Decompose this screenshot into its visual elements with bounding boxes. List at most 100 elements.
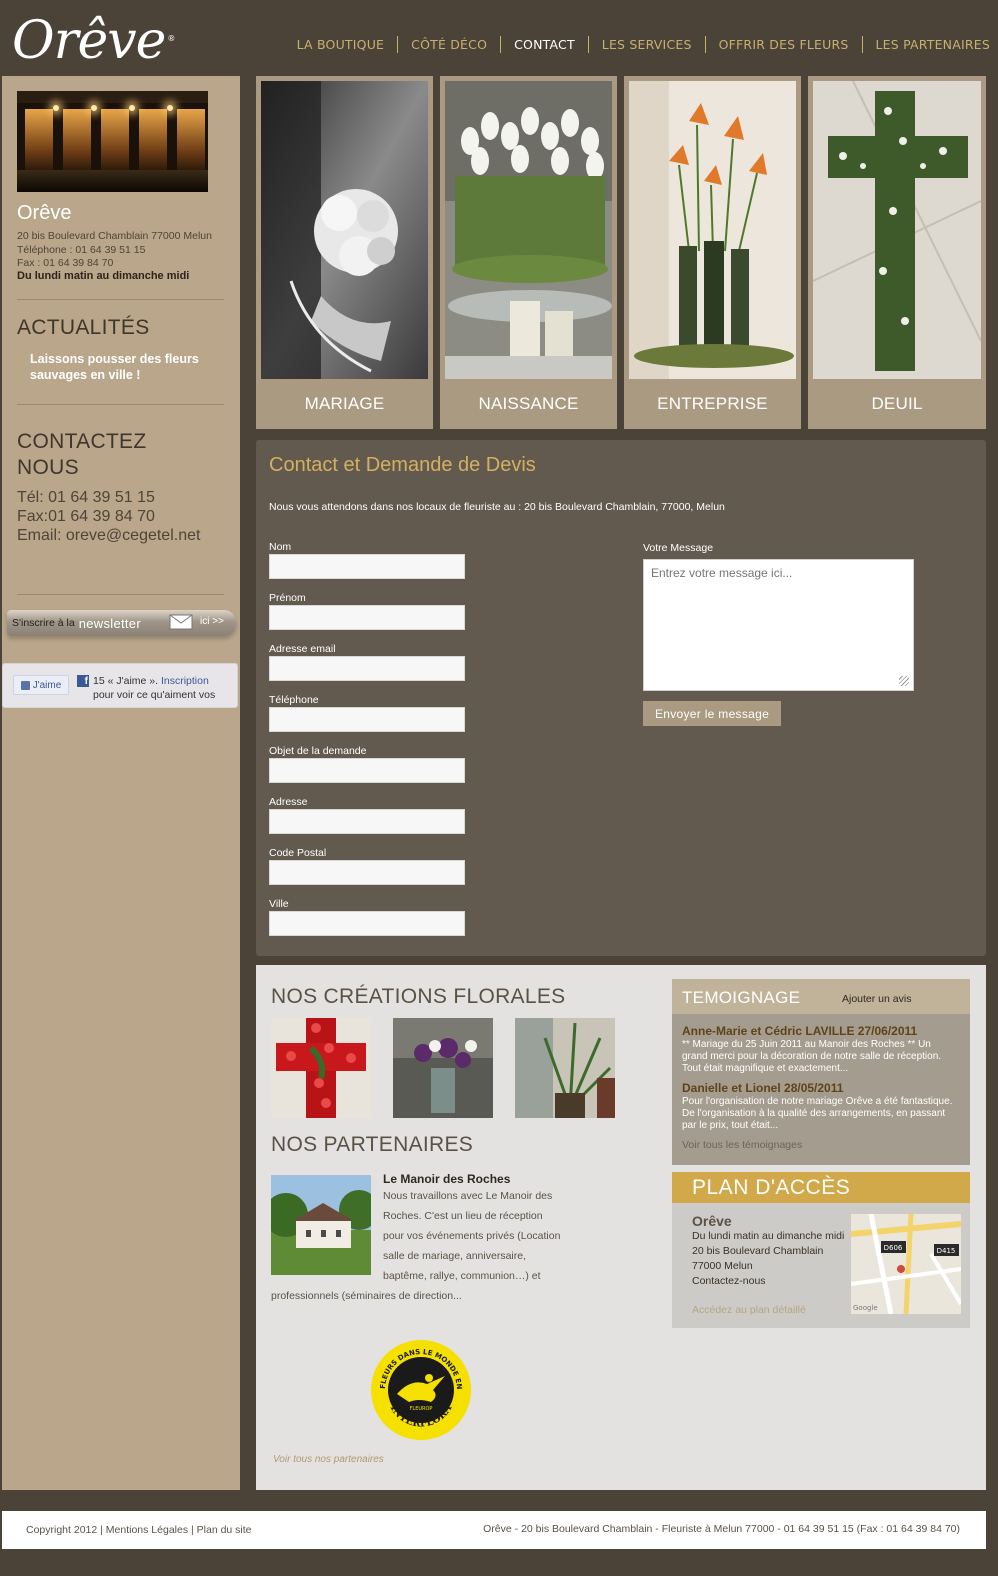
label-telephone: Téléphone (269, 694, 319, 706)
naissance-photo (445, 81, 612, 379)
label-objet: Objet de la demande (269, 745, 367, 757)
mariage-photo (261, 81, 428, 379)
resize-grip-icon[interactable] (899, 676, 909, 686)
envelope-icon (169, 614, 193, 630)
plan-du-site-link[interactable]: Plan du site (197, 1524, 252, 1536)
tile-mariage[interactable]: MARIAGE (256, 76, 433, 429)
label-prenom: Prénom (269, 592, 306, 604)
fleurop-text: FLEUROP (410, 1406, 433, 1412)
label-message: Votre Message (643, 542, 714, 554)
contact-tel: Tél: 01 64 39 51 15 (17, 489, 155, 506)
footer: Copyright 2012 | Mentions Légales | Plan… (2, 1511, 986, 1549)
logo-text: Orêve (12, 11, 166, 71)
creations-title: NOS CRÉATIONS FLORALES (271, 985, 566, 1008)
site-logo[interactable]: Orêve ® (12, 12, 175, 74)
adresse-field[interactable] (269, 809, 465, 834)
entreprise-photo (629, 81, 796, 379)
objet-field[interactable] (269, 758, 465, 783)
creation-thumbnail[interactable] (393, 1018, 493, 1118)
thumbs-up-icon (20, 680, 30, 690)
newsletter-ici: ici >> (200, 616, 224, 627)
tile-deuil[interactable]: DEUIL (808, 76, 986, 429)
contact-email[interactable]: Email: oreve@cegetel.net (17, 526, 200, 545)
label-ville: Ville (269, 898, 289, 910)
testimonials-panel: TEMOIGNAGE Ajouter un avis Anne-Marie et… (672, 979, 970, 1165)
contact-form-panel: Contact et Demande de Devis Nous vous at… (256, 440, 986, 956)
nav-les-partenaires[interactable]: LES PARTENAIRES (861, 36, 990, 53)
nom-field[interactable] (269, 554, 465, 579)
divider (17, 299, 224, 300)
testimonial-text: ** Mariage du 25 Juin 2011 au Manoir des… (682, 1039, 942, 1074)
map-pin-icon (897, 1265, 905, 1273)
facebook-signup-link[interactable]: Inscription (161, 675, 209, 687)
access-map-panel: PLAN D'ACCÈS Orêve Du lundi matin au dim… (672, 1172, 970, 1328)
google-logo: Google (853, 1304, 878, 1312)
footer-contact-info: Orêve - 20 bis Boulevard Chamblain - Fle… (483, 1523, 960, 1535)
map-thumbnail[interactable]: D606 D415 Google (851, 1214, 961, 1314)
sidebar-hours: Du lundi matin au dimanche midi (17, 270, 190, 282)
view-all-partners-link[interactable]: Voir tous nos partenaires (273, 1454, 384, 1465)
add-review-link[interactable]: Ajouter un avis (842, 993, 911, 1005)
news-item-link[interactable]: Laissons pousser des fleurs sauvages en … (30, 352, 220, 383)
divider (17, 594, 224, 595)
ville-field[interactable] (269, 911, 465, 936)
sidebar-shop-name: Orêve (17, 202, 72, 224)
sidebar: Orêve 20 bis Boulevard Chamblain 77000 M… (2, 76, 240, 1490)
tile-label: MARIAGE (304, 394, 385, 413)
tile-entreprise[interactable]: ENTREPRISE (624, 76, 801, 429)
prenom-field[interactable] (269, 605, 465, 630)
sidebar-fax: Fax : 01 64 39 84 70 (17, 257, 114, 269)
sidebar-address-block: 20 bis Boulevard Chamblain 77000 Melun T… (17, 230, 212, 271)
tile-label: ENTREPRISE (657, 394, 768, 413)
nav-offrir-des-fleurs[interactable]: OFFRIR DES FLEURS (704, 36, 862, 53)
contact-form-intro: Nous vous attendons dans nos locaux de f… (269, 501, 725, 513)
nav-les-services[interactable]: LES SERVICES (587, 36, 705, 53)
email-field[interactable] (269, 656, 465, 681)
partner-name-link[interactable]: Le Manoir des Roches (383, 1172, 510, 1186)
code-postal-field[interactable] (269, 860, 465, 885)
nav-contact[interactable]: CONTACT (500, 36, 588, 53)
label-adresse: Adresse (269, 796, 308, 808)
newsletter-signup-button[interactable]: S'inscrire à la newsletter ici >> (7, 610, 236, 636)
tile-label: DEUIL (871, 394, 923, 413)
lower-content: NOS CRÉATIONS FLORALES NOS PARTENAIRES L… (256, 965, 986, 1490)
tile-label: NAISSANCE (478, 394, 579, 413)
creation-thumbnail[interactable] (271, 1018, 371, 1118)
map-road-label: D415 (937, 1247, 956, 1255)
facebook-like-box: J'aime f 15 « J'aime ». Inscription pour… (2, 663, 238, 708)
plan-contact-link[interactable]: Contactez-nous (692, 1274, 844, 1289)
detailed-map-link[interactable]: Accédez au plan détaillé (692, 1304, 806, 1316)
news-heading: ACTUALITÉS (17, 316, 150, 339)
contact-heading: CONTACTEZ NOUS (17, 430, 147, 479)
newsletter-prefix: S'inscrire à la (12, 617, 75, 629)
nav-cote-deco[interactable]: CÔTÉ DÉCO (397, 36, 500, 53)
copyright-text: Copyright 2012 (26, 1524, 98, 1536)
view-all-testimonials-link[interactable]: Voir tous les témoignages (682, 1139, 802, 1151)
main-nav: LA BOUTIQUE CÔTÉ DÉCO CONTACT LES SERVIC… (284, 36, 990, 53)
label-code-postal: Code Postal (269, 847, 327, 859)
creation-thumbnail[interactable] (515, 1018, 615, 1118)
mentions-legales-link[interactable]: Mentions Légales (106, 1524, 188, 1536)
access-map-title: PLAN D'ACCÈS (692, 1176, 851, 1199)
facebook-like-button[interactable]: J'aime (13, 675, 69, 695)
telephone-field[interactable] (269, 707, 465, 732)
message-textarea[interactable] (643, 559, 914, 691)
testimonials-title: TEMOIGNAGE (682, 988, 801, 1007)
send-message-button[interactable]: Envoyer le message (643, 701, 781, 726)
plan-shop-name: Orêve (692, 1213, 732, 1229)
shop-front-photo (17, 91, 208, 192)
interflora-logo[interactable]: DES FLEURS DANS LE MONDE ENTIER FLEUROP … (369, 1338, 473, 1442)
partner-description: Nous travaillons avec Le Manoir des Roch… (271, 1190, 561, 1302)
nav-la-boutique[interactable]: LA BOUTIQUE (284, 36, 398, 53)
plan-details: Du lundi matin au dimanche midi 20 bis B… (692, 1230, 845, 1289)
newsletter-label: newsletter (78, 615, 141, 631)
tile-naissance[interactable]: NAISSANCE (440, 76, 617, 429)
facebook-icon: f (77, 675, 89, 687)
testimonial-author[interactable]: Danielle et Lionel 28/05/2011 (682, 1081, 843, 1095)
footer-left: Copyright 2012 | Mentions Légales | Plan… (26, 1524, 252, 1536)
partners-title: NOS PARTENAIRES (271, 1133, 474, 1156)
contact-details: Tél: 01 64 39 51 15 Fax:01 64 39 84 70 E… (17, 488, 200, 545)
testimonial-author[interactable]: Anne-Marie et Cédric LAVILLE 27/06/2011 (682, 1024, 917, 1038)
label-email: Adresse email (269, 643, 336, 655)
facebook-like-text: 15 « J'aime ». Inscription pour voir ce … (93, 675, 216, 701)
